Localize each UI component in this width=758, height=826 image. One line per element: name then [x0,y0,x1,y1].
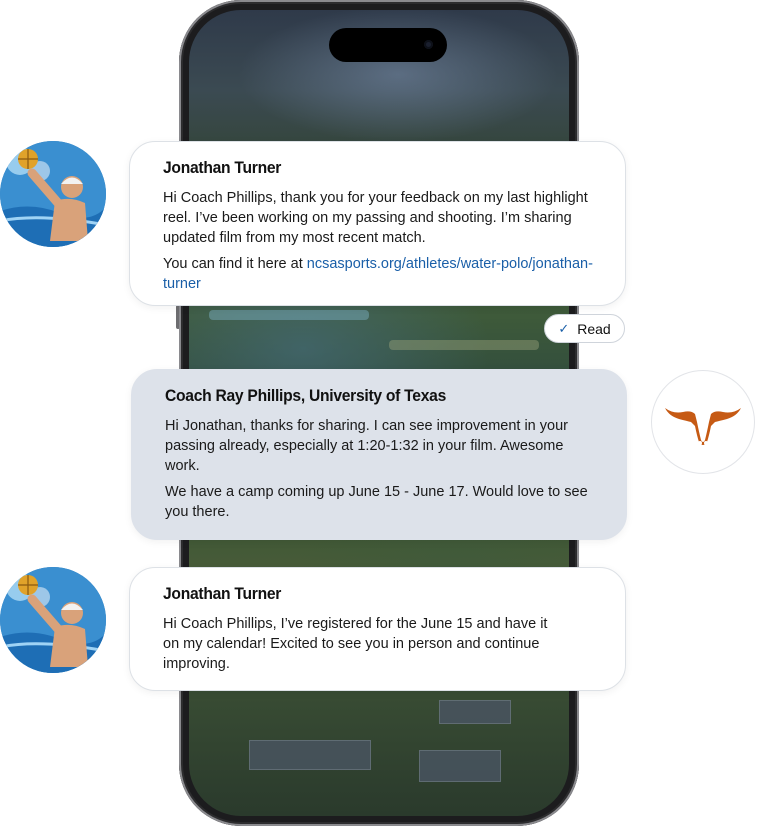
longhorn-logo-icon [665,408,741,445]
dynamic-island [329,28,447,62]
message-text: Hi Jonathan, thanks for sharing. I can s… [165,418,568,474]
message-bubble-coach: Coach Ray Phillips, University of Texas … [131,369,627,540]
message-text: Hi Coach Phillips, I’ve registered for t… [163,616,548,672]
athlete-avatar [0,567,106,673]
message-bubble-athlete-2: Jonathan Turner Hi Coach Phillips, I’ve … [129,567,626,691]
message-sender: Jonathan Turner [163,584,282,603]
read-receipt: ✓ Read [544,314,625,343]
read-receipt-label: Read [577,320,611,337]
message-text: Hi Coach Phillips, thank you for your fe… [163,190,588,246]
message-link-prefix: You can find it here at [163,256,307,272]
message-sender: Coach Ray Phillips, University of Texas [165,386,447,405]
water-polo-player-avatar-icon [0,567,106,673]
coach-avatar [651,370,755,474]
water-polo-player-avatar-icon [0,141,106,247]
message-sender: Jonathan Turner [163,158,282,177]
message-bubble-athlete-1: Jonathan Turner Hi Coach Phillips, thank… [129,141,626,306]
check-icon: ✓ [558,320,570,336]
message-link-paragraph: You can find it here at ncsasports.org/a… [163,254,601,294]
athlete-avatar [0,141,106,247]
message-text: We have a camp coming up June 15 - June … [165,484,588,520]
camera-icon [424,40,433,49]
